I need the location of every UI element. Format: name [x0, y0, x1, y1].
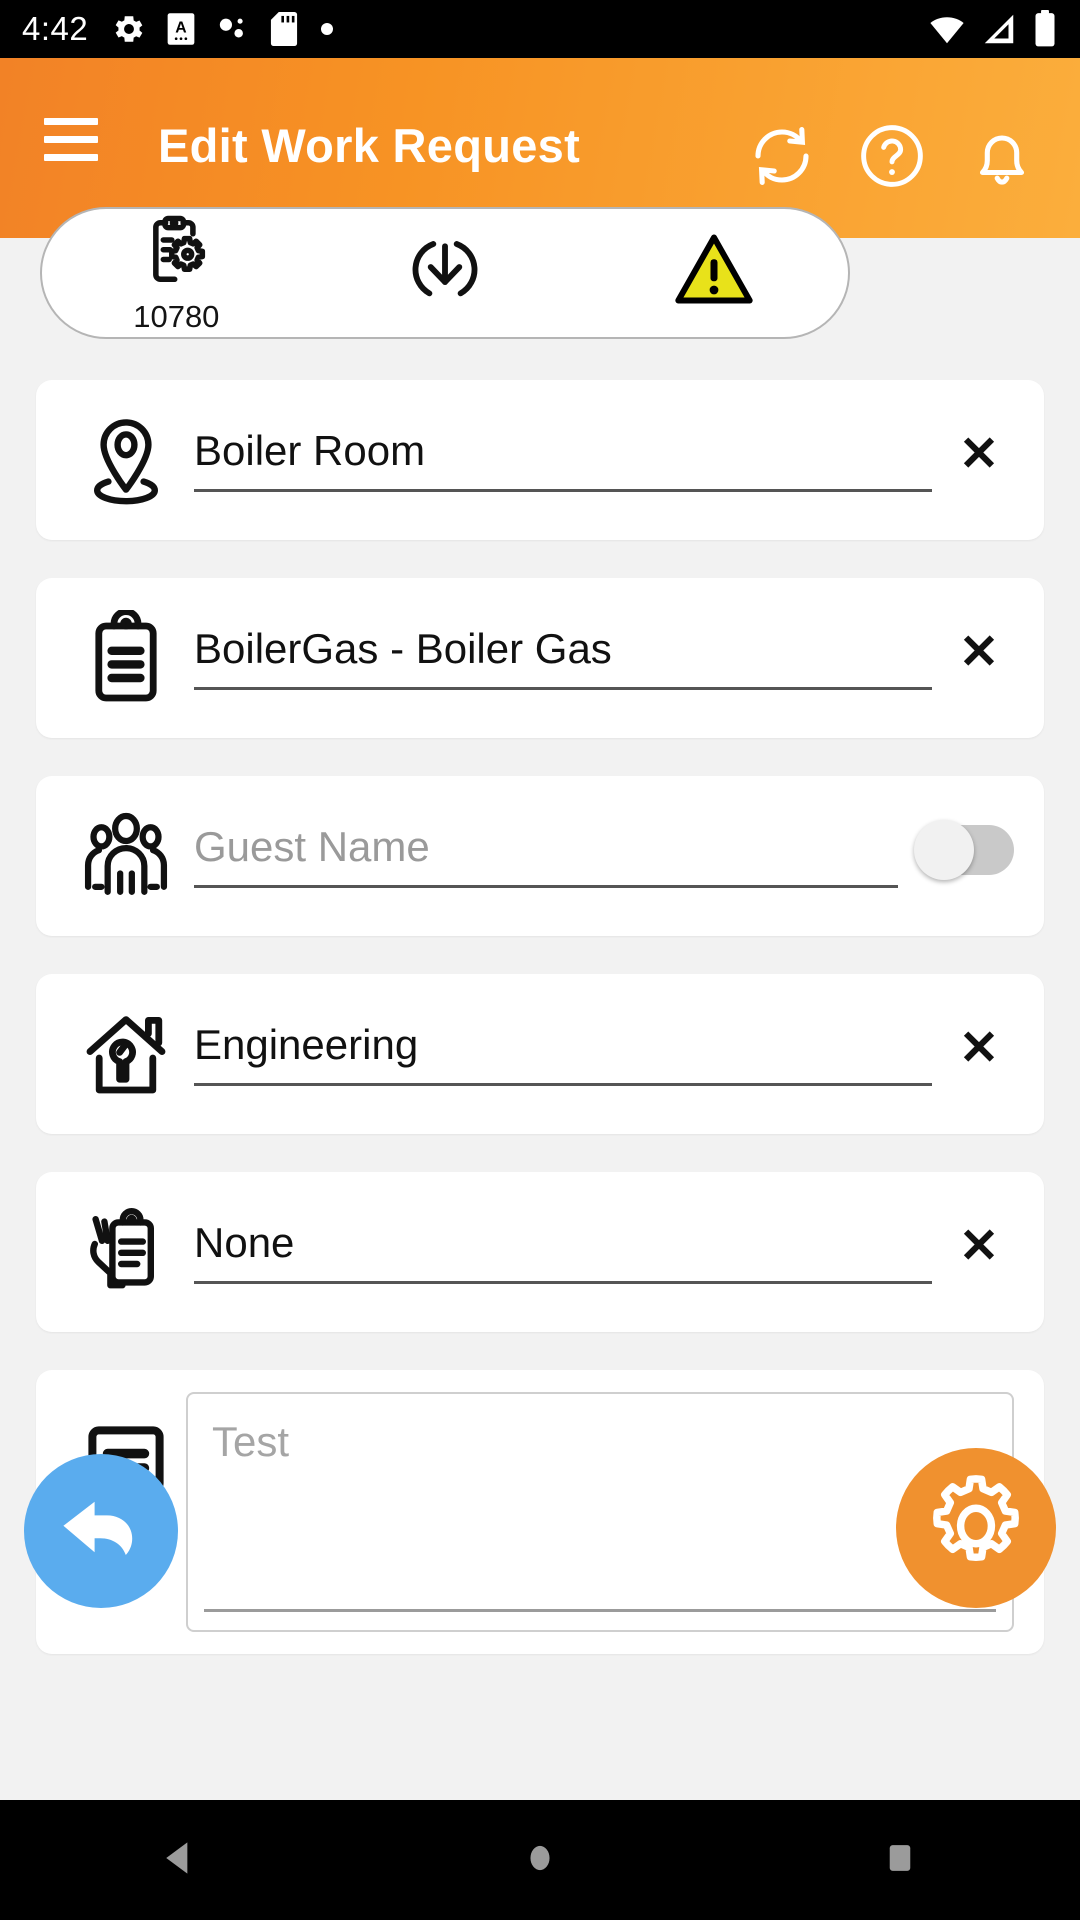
svg-text:A: A: [176, 20, 187, 37]
equipment-value: BoilerGas - Boiler Gas: [194, 625, 612, 673]
status-bar: 4:42 A: [0, 0, 1080, 58]
department-row[interactable]: Engineering ✕: [36, 974, 1044, 1134]
location-value: Boiler Room: [194, 427, 426, 475]
priority-value: None: [194, 1219, 295, 1267]
location-field[interactable]: Boiler Room: [186, 427, 932, 492]
status-bar-clock: 4:42: [22, 10, 89, 47]
nav-recents-button[interactable]: [840, 1800, 960, 1920]
small-dot-icon: [318, 20, 336, 38]
settings-fab-button[interactable]: [896, 1448, 1056, 1608]
cell-signal-icon: [980, 10, 1018, 48]
guest-name-toggle[interactable]: [914, 820, 1014, 880]
chip-work-order-label: 10780: [133, 298, 220, 334]
people-group-icon: [66, 806, 186, 906]
hamburger-menu-icon[interactable]: [44, 118, 98, 161]
description-textarea[interactable]: Test: [186, 1392, 1014, 1632]
house-wrench-icon: [66, 1006, 186, 1102]
priority-row[interactable]: None ✕: [36, 1172, 1044, 1332]
priority-clear-button[interactable]: ✕: [944, 1223, 1014, 1281]
dots-icon: [216, 12, 250, 46]
description-row[interactable]: Test: [36, 1370, 1044, 1654]
refresh-icon[interactable]: [744, 118, 820, 194]
equipment-field[interactable]: BoilerGas - Boiler Gas: [186, 625, 932, 690]
chip-save[interactable]: [311, 230, 580, 317]
download-circle-icon: [406, 230, 484, 313]
guest-name-placeholder: Guest Name: [194, 823, 430, 871]
map-pin-icon: [66, 412, 186, 508]
hand-clipboard-icon: [66, 1204, 186, 1300]
page-title: Edit Work Request: [158, 119, 581, 172]
nav-back-button[interactable]: [120, 1800, 240, 1920]
guest-name-field[interactable]: Guest Name: [186, 823, 898, 888]
sd-card-icon: [270, 12, 298, 46]
circle-home-icon: [518, 1836, 562, 1885]
help-icon[interactable]: [854, 118, 930, 194]
phone-screen: 4:42 A Edit Work Request 10780 Boiler Ro…: [0, 0, 1080, 1920]
department-value: Engineering: [194, 1021, 419, 1069]
clipboard-list-icon: [66, 610, 186, 706]
guest-name-row[interactable]: Guest Name: [36, 776, 1044, 936]
department-field[interactable]: Engineering: [186, 1021, 932, 1086]
chip-toolbar: 10780: [40, 207, 850, 339]
reply-arrow-icon: [53, 1481, 149, 1582]
warning-triangle-icon: [672, 227, 756, 316]
status-bar-system-icons: [928, 10, 1058, 48]
battery-icon: [1032, 10, 1058, 48]
app-bar-actions: [744, 118, 1080, 194]
location-clear-button[interactable]: ✕: [944, 431, 1014, 489]
gear-icon: [920, 1470, 1032, 1587]
description-placeholder: Test: [212, 1418, 290, 1465]
department-clear-button[interactable]: ✕: [944, 1025, 1014, 1083]
a-card-icon: A: [166, 12, 196, 46]
notifications-bell-icon[interactable]: [964, 118, 1040, 194]
equipment-row[interactable]: BoilerGas - Boiler Gas ✕: [36, 578, 1044, 738]
toggle-knob: [914, 820, 974, 880]
square-recents-icon: [878, 1836, 922, 1885]
chip-warning[interactable]: [579, 227, 848, 320]
work-request-form: Boiler Room ✕ BoilerGas - Boiler Gas ✕ G…: [0, 380, 1080, 1800]
priority-field[interactable]: None: [186, 1219, 932, 1284]
description-underline: [204, 1609, 996, 1612]
chip-work-order[interactable]: 10780: [42, 212, 311, 335]
clipboard-settings-icon: [137, 212, 215, 295]
equipment-clear-button[interactable]: ✕: [944, 629, 1014, 687]
wifi-icon: [928, 10, 966, 48]
gear-icon: [112, 12, 146, 46]
back-fab-button[interactable]: [24, 1454, 178, 1608]
nav-home-button[interactable]: [480, 1800, 600, 1920]
triangle-back-icon: [158, 1836, 202, 1885]
location-row[interactable]: Boiler Room ✕: [36, 380, 1044, 540]
android-navigation-bar: [0, 1800, 1080, 1920]
status-bar-notification-icons: A: [112, 12, 336, 46]
